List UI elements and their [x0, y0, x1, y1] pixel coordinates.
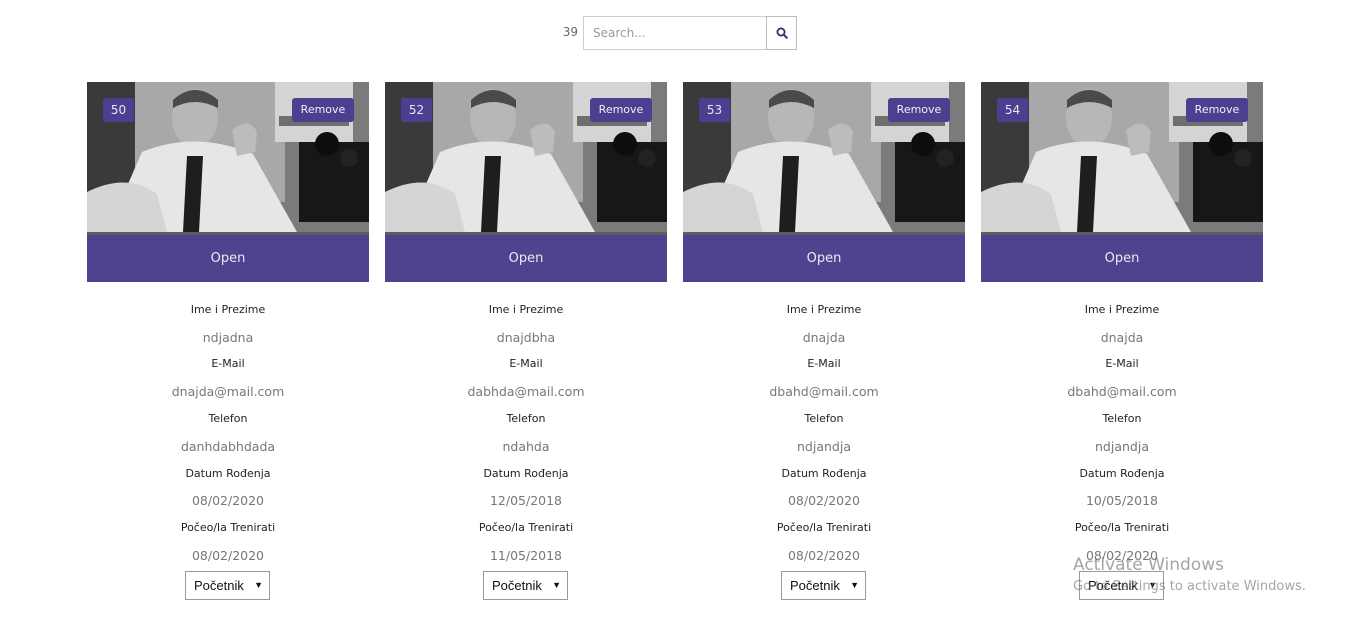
- open-button[interactable]: Open: [385, 235, 667, 282]
- member-card: 52 Remove Open Ime i Prezime dnajdbha E-…: [385, 82, 667, 602]
- phone-label: Telefon: [208, 412, 248, 425]
- search-input[interactable]: [583, 16, 766, 50]
- email-label: E-Mail: [211, 357, 245, 370]
- birth-date-label: Datum Rođenja: [185, 467, 271, 480]
- level-select[interactable]: Početnik ▼: [185, 571, 270, 600]
- name-label: Ime i Prezime: [190, 303, 266, 316]
- phone-label: Telefon: [506, 412, 546, 425]
- search-button[interactable]: [766, 16, 797, 50]
- level-select-value: Početnik: [194, 578, 244, 593]
- name-value: dnajda: [1100, 330, 1144, 345]
- level-select-value: Početnik: [1088, 578, 1138, 593]
- level-select[interactable]: Početnik ▼: [483, 571, 568, 600]
- member-id-badge: 54: [997, 98, 1028, 122]
- email-value: dbahd@mail.com: [1067, 384, 1177, 399]
- email-value: dnajda@mail.com: [171, 384, 285, 399]
- member-id-badge: 50: [103, 98, 134, 122]
- training-start-value: 11/05/2018: [489, 548, 563, 563]
- member-card: 53 Remove Open Ime i Prezime dnajda E-Ma…: [683, 82, 965, 602]
- result-count: 39: [562, 25, 578, 39]
- email-label: E-Mail: [509, 357, 543, 370]
- birth-date-label: Datum Rođenja: [781, 467, 867, 480]
- email-value: dabhda@mail.com: [467, 384, 585, 399]
- open-button[interactable]: Open: [87, 235, 369, 282]
- member-card: 54 Remove Open Ime i Prezime dnajda E-Ma…: [981, 82, 1263, 602]
- name-value: ndjadna: [202, 330, 254, 345]
- phone-label: Telefon: [804, 412, 844, 425]
- training-start-value: 08/02/2020: [191, 548, 265, 563]
- dropdown-caret-icon: ▼: [1148, 580, 1157, 590]
- email-label: E-Mail: [1105, 357, 1139, 370]
- phone-label: Telefon: [1102, 412, 1142, 425]
- search-icon: [776, 27, 788, 39]
- remove-button[interactable]: Remove: [888, 98, 950, 122]
- name-value: dnajda: [802, 330, 846, 345]
- member-photo[interactable]: 52 Remove Open: [385, 82, 667, 282]
- birth-date-value: 08/02/2020: [191, 493, 265, 508]
- birth-date-label: Datum Rođenja: [1079, 467, 1165, 480]
- level-select-value: Početnik: [492, 578, 542, 593]
- training-start-value: 08/02/2020: [1085, 548, 1159, 563]
- training-start-label: Počeo/la Trenirati: [478, 521, 574, 534]
- name-label: Ime i Prezime: [786, 303, 862, 316]
- name-value: dnajdbha: [496, 330, 556, 345]
- open-button[interactable]: Open: [981, 235, 1263, 282]
- name-label: Ime i Prezime: [488, 303, 564, 316]
- level-select[interactable]: Početnik ▼: [1079, 571, 1164, 600]
- training-start-label: Počeo/la Trenirati: [776, 521, 872, 534]
- birth-date-label: Datum Rođenja: [483, 467, 569, 480]
- search-bar: 39: [0, 16, 1348, 50]
- birth-date-value: 08/02/2020: [787, 493, 861, 508]
- open-button[interactable]: Open: [683, 235, 965, 282]
- remove-button[interactable]: Remove: [590, 98, 652, 122]
- dropdown-caret-icon: ▼: [552, 580, 561, 590]
- member-photo[interactable]: 53 Remove Open: [683, 82, 965, 282]
- remove-button[interactable]: Remove: [292, 98, 354, 122]
- birth-date-value: 12/05/2018: [489, 493, 563, 508]
- phone-value: ndjandja: [797, 439, 851, 454]
- level-select-value: Početnik: [790, 578, 840, 593]
- remove-button[interactable]: Remove: [1186, 98, 1248, 122]
- name-label: Ime i Prezime: [1084, 303, 1160, 316]
- email-label: E-Mail: [807, 357, 841, 370]
- member-photo[interactable]: 50 Remove Open: [87, 82, 369, 282]
- member-id-badge: 52: [401, 98, 432, 122]
- phone-value: ndjandja: [1095, 439, 1149, 454]
- member-photo[interactable]: 54 Remove Open: [981, 82, 1263, 282]
- birth-date-value: 10/05/2018: [1085, 493, 1159, 508]
- dropdown-caret-icon: ▼: [850, 580, 859, 590]
- training-start-value: 08/02/2020: [787, 548, 861, 563]
- member-card: 50 Remove Open Ime i Prezime ndjadna E-M…: [87, 82, 369, 602]
- phone-value: danhdabhdada: [180, 439, 276, 454]
- phone-value: ndahda: [502, 439, 550, 454]
- email-value: dbahd@mail.com: [769, 384, 879, 399]
- training-start-label: Počeo/la Trenirati: [180, 521, 276, 534]
- member-id-badge: 53: [699, 98, 730, 122]
- level-select[interactable]: Početnik ▼: [781, 571, 866, 600]
- training-start-label: Počeo/la Trenirati: [1074, 521, 1170, 534]
- dropdown-caret-icon: ▼: [254, 580, 263, 590]
